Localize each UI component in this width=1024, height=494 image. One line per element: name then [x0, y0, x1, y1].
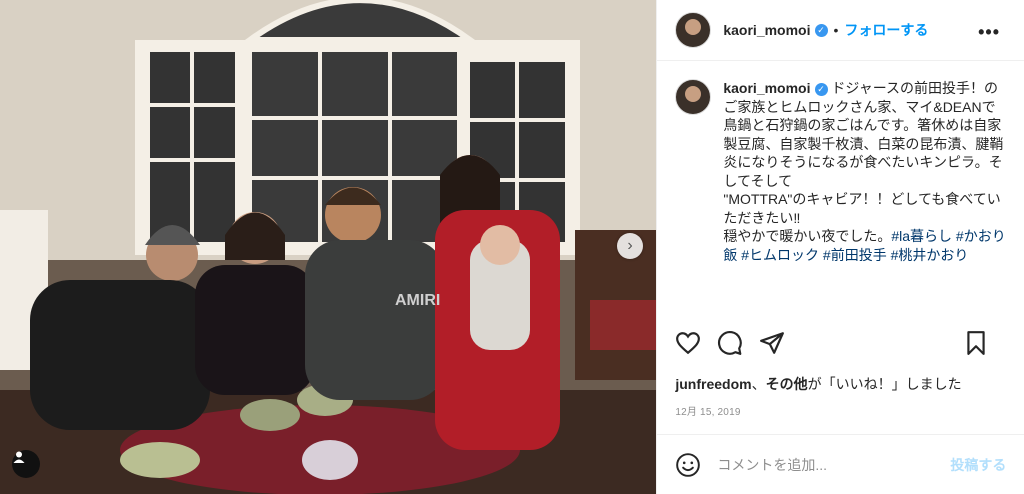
- bookmark-icon[interactable]: [963, 330, 989, 356]
- likes-others[interactable]: その他: [766, 376, 808, 392]
- more-options-icon[interactable]: •••: [978, 22, 1000, 43]
- follow-button[interactable]: フォローする: [844, 20, 928, 40]
- comment-bar: コメントを追加... 投稿する: [657, 434, 1024, 494]
- post-sidebar: kaori_momoi ✓ • フォローする ••• kaori_momoi ✓ …: [656, 0, 1024, 494]
- tagged-users-button[interactable]: [12, 450, 40, 478]
- user-icon: [13, 451, 25, 463]
- comment-input[interactable]: コメントを追加...: [717, 455, 950, 475]
- smiley-icon[interactable]: [675, 452, 701, 478]
- likes-summary: junfreedom、その他が「いいね！」しました: [675, 374, 961, 394]
- heart-icon[interactable]: [675, 330, 701, 356]
- caption-verified-badge-icon: ✓: [814, 83, 828, 96]
- chevron-right-icon: ›: [627, 237, 633, 254]
- likes-sep: 、: [751, 376, 766, 392]
- instagram-post: AMIRI › kaori_momoi ✓ • フォローする ••• kaori…: [0, 0, 1024, 494]
- caption-username[interactable]: kaori_momoi: [723, 80, 810, 96]
- post-actions: [675, 328, 1005, 358]
- likes-suffix: が「いいね！」しました: [807, 376, 962, 392]
- caption-line-2: "MOTTRA"のキャビア！！どしても食べていただきたい‼: [723, 191, 1001, 226]
- caption-text: kaori_momoi ✓ ドジャースの前田投手！のご家族とヒムロックさん家、マイ…: [723, 79, 1009, 311]
- comment-icon[interactable]: [717, 330, 743, 356]
- caption-body: ドジャースの前田投手！のご家族とヒムロックさん家、マイ&DEANで鳥鍋と石狩鍋の…: [723, 80, 1004, 189]
- next-photo-button[interactable]: ›: [617, 233, 643, 259]
- caption-line-3: 穏やかで暖かい夜でした。: [723, 228, 892, 244]
- likes-user[interactable]: junfreedom: [675, 376, 751, 392]
- post-comment-button[interactable]: 投稿する: [950, 455, 1006, 475]
- post-header: kaori_momoi ✓ • フォローする •••: [657, 0, 1024, 61]
- post-photo[interactable]: AMIRI ›: [0, 0, 657, 494]
- shirt-logo: AMIRI: [395, 292, 440, 309]
- caption-avatar[interactable]: [675, 79, 712, 115]
- separator-dot: •: [833, 22, 839, 38]
- header-username[interactable]: kaori_momoi: [723, 22, 810, 38]
- post-date[interactable]: 12月 15, 2019: [675, 403, 740, 418]
- photo-scene: AMIRI: [0, 0, 657, 494]
- avatar[interactable]: [675, 12, 712, 48]
- share-icon[interactable]: [759, 330, 785, 356]
- verified-badge-icon: ✓: [814, 23, 828, 37]
- caption-block: kaori_momoi ✓ ドジャースの前田投手！のご家族とヒムロックさん家、マイ…: [675, 79, 1009, 311]
